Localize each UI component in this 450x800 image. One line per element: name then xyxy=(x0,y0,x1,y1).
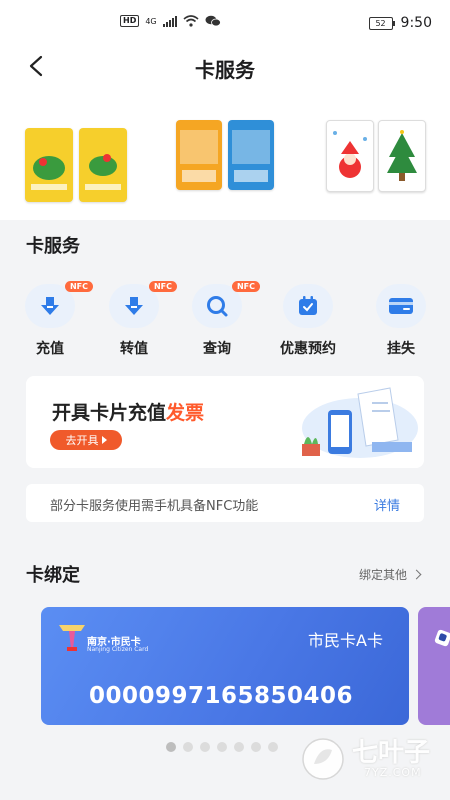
promo-title-prefix: 开具卡片充值 xyxy=(52,402,167,424)
status-bar: HD 4G 52 9:50 xyxy=(0,0,450,44)
download-arrow-icon xyxy=(41,297,59,315)
download-arrow-icon xyxy=(125,297,143,315)
service-label: 充值 xyxy=(36,341,64,357)
pager-dot[interactable] xyxy=(217,742,227,752)
app-header: 卡服务 xyxy=(0,44,450,92)
card-design-blue[interactable] xyxy=(228,120,274,190)
card-logo-icon xyxy=(434,629,450,647)
service-loss-icon-wrap xyxy=(376,284,426,328)
play-arrow-icon xyxy=(101,436,107,444)
services-grid: NFC 充值 NFC 转值 NFC 查询 优惠预约 挂失 xyxy=(0,276,450,366)
chevron-right-icon xyxy=(411,569,422,580)
calendar-check-icon xyxy=(299,296,317,315)
status-left: HD 4G xyxy=(120,15,221,27)
binding-section-title: 卡绑定 xyxy=(26,565,80,586)
issue-invoice-label: 去开具 xyxy=(65,434,99,447)
card-pager xyxy=(166,742,278,752)
search-icon xyxy=(207,296,228,317)
clock: 9:50 xyxy=(400,15,432,31)
card-design-christmas-santa[interactable] xyxy=(326,120,374,192)
pager-dot[interactable] xyxy=(234,742,244,752)
nanjing-citizen-card-logo xyxy=(59,625,85,651)
wechat-icon xyxy=(205,15,221,27)
service-query[interactable]: NFC 查询 xyxy=(177,281,260,358)
bind-other-link[interactable]: 绑定其他 xyxy=(358,566,422,583)
hd-indicator: HD xyxy=(120,15,140,27)
watermark-text: 七叶子 xyxy=(352,738,431,768)
network-type: 4G xyxy=(145,16,157,26)
promo-title-highlight: 发票 xyxy=(166,402,205,424)
services-section-title: 卡服务 xyxy=(26,236,80,257)
nfc-notice-bar: 部分卡服务使用需手机具备NFC功能 详情 xyxy=(26,484,424,522)
nfc-badge: NFC xyxy=(64,281,93,292)
service-report-loss[interactable]: 挂失 xyxy=(361,284,441,358)
watermark-sub: 7YZ.COM xyxy=(364,766,422,779)
card-design-yellow-2[interactable] xyxy=(79,128,127,202)
pager-dot[interactable] xyxy=(166,742,176,752)
pager-dot[interactable] xyxy=(251,742,261,752)
pager-dot[interactable] xyxy=(183,742,193,752)
nfc-badge: NFC xyxy=(148,281,177,292)
page-title: 卡服务 xyxy=(195,58,255,82)
citizen-card[interactable]: 南京·市民卡 Nanjing Citizen Card 市民卡A卡 000099… xyxy=(41,607,409,725)
promo-title: 开具卡片充值发票 xyxy=(52,398,204,425)
card-type: 市民卡A卡 xyxy=(308,631,383,650)
bind-other-label: 绑定其他 xyxy=(358,568,407,582)
card-design-christmas-tree[interactable] xyxy=(378,120,426,192)
card-number: 0000997165850406 xyxy=(89,683,354,709)
service-label: 优惠预约 xyxy=(280,341,336,357)
service-discount-booking[interactable]: 优惠预约 xyxy=(268,284,348,358)
leaf-logo-icon xyxy=(302,738,344,780)
service-recharge-icon-wrap: NFC xyxy=(25,281,93,328)
service-recharge[interactable]: NFC 充值 xyxy=(10,281,93,358)
pager-dot[interactable] xyxy=(268,742,278,752)
service-query-icon-wrap: NFC xyxy=(192,281,260,328)
nfc-details-link[interactable]: 详情 xyxy=(374,495,400,514)
card-design-carousel[interactable] xyxy=(0,92,450,220)
service-transfer[interactable]: NFC 转值 xyxy=(94,281,177,358)
service-label: 转值 xyxy=(120,341,148,357)
signal-icon xyxy=(162,15,177,27)
nfc-badge: NFC xyxy=(231,281,260,292)
card-design-yellow-1[interactable] xyxy=(25,128,73,202)
service-transfer-icon-wrap: NFC xyxy=(109,281,177,328)
site-watermark: 七叶子 7YZ.COM xyxy=(300,732,440,788)
nfc-notice-text: 部分卡服务使用需手机具备NFC功能 xyxy=(50,499,259,514)
pager-dot[interactable] xyxy=(200,742,210,752)
card-icon xyxy=(389,298,413,314)
service-booking-icon-wrap xyxy=(283,284,333,328)
card-design-orange[interactable] xyxy=(176,120,222,190)
next-card-peek[interactable] xyxy=(418,607,450,725)
wifi-icon xyxy=(183,15,199,27)
card-brand-en: Nanjing Citizen Card xyxy=(87,646,149,653)
battery-icon: 52 xyxy=(368,16,395,30)
invoice-promo-banner[interactable]: 开具卡片充值发票 去开具 xyxy=(26,376,424,468)
invoice-illustration-icon xyxy=(302,387,418,458)
service-label: 查询 xyxy=(203,341,231,357)
service-label: 挂失 xyxy=(387,341,415,357)
status-right: 52 9:50 xyxy=(368,15,432,31)
issue-invoice-button[interactable]: 去开具 xyxy=(50,430,122,450)
